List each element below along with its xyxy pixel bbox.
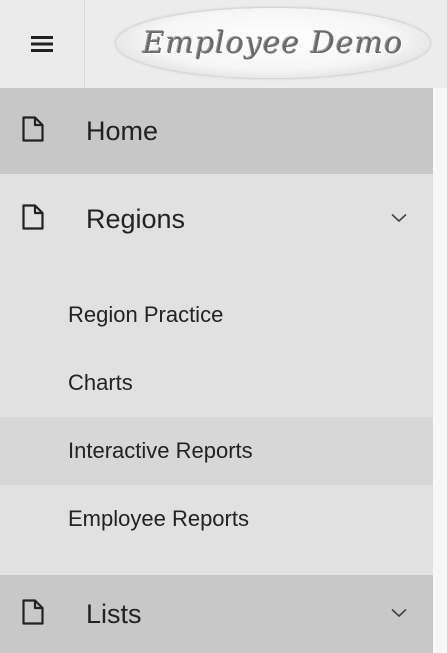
sidebar-item-label: Regions <box>86 203 186 234</box>
sidebar-subitem-region-practice[interactable]: Region Practice <box>0 281 433 349</box>
chevron-down-icon[interactable] <box>391 605 407 623</box>
logo-text: Employee Demo <box>142 25 404 61</box>
sidebar-subitem-label: Interactive Reports <box>68 438 253 463</box>
sidebar-subitem-interactive-reports[interactable]: Interactive Reports <box>0 417 433 485</box>
sidebar-subitem-label: Region Practice <box>68 302 224 327</box>
top-header: Employee Demo <box>0 0 447 88</box>
sidebar-subitem-employee-reports[interactable]: Employee Reports <box>0 485 433 553</box>
sidebar-item-home[interactable]: Home <box>0 88 433 174</box>
sidebar-item-lists[interactable]: Lists <box>0 575 433 653</box>
sidebar-subitem-label: Employee Reports <box>68 506 249 531</box>
sidebar-subitem-label: Charts <box>68 370 133 395</box>
document-icon <box>22 115 44 147</box>
menu-toggle-button[interactable] <box>0 0 85 88</box>
content-edge <box>433 88 447 653</box>
sidebar-subitem-charts[interactable]: Charts <box>0 349 433 417</box>
document-icon <box>22 598 44 630</box>
chevron-down-icon[interactable] <box>391 210 407 228</box>
sidebar-item-label: Lists <box>86 598 142 629</box>
sidebar-item-regions[interactable]: Regions <box>0 174 433 264</box>
document-icon <box>22 203 44 235</box>
app-window: Employee Demo Home Regions Region Practi… <box>0 0 447 653</box>
sidebar-item-label: Home <box>86 115 159 146</box>
hamburger-icon <box>31 35 53 53</box>
app-logo[interactable]: Employee Demo <box>116 8 430 78</box>
sidebar-navigation: Home Regions Region Practice Charts Inte… <box>0 88 433 653</box>
